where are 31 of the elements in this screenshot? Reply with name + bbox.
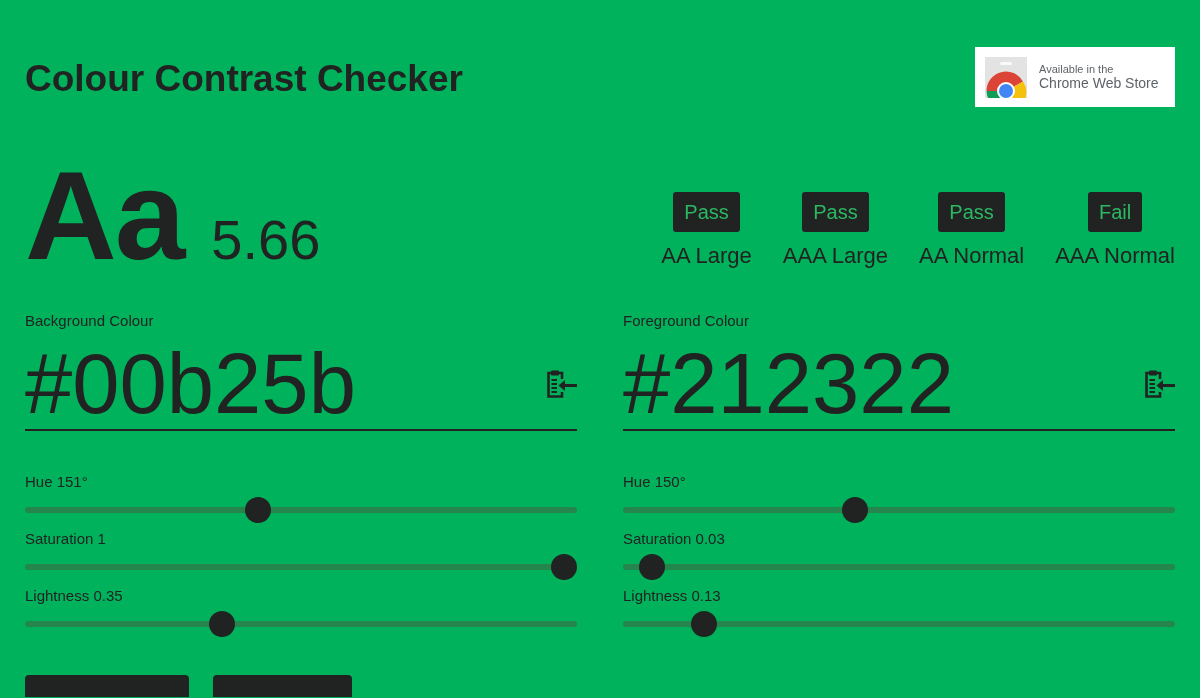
field-label: Foreground Colour (623, 312, 750, 330)
result-label: AA Normal (919, 243, 1025, 269)
contrast-ratio: 5.66 (211, 212, 321, 268)
slider-thumb[interactable] (551, 554, 577, 580)
slider-label: Saturation 1 (25, 530, 107, 548)
slider-thumb[interactable] (245, 497, 272, 523)
result-badge: Pass (802, 192, 869, 232)
result-label: AA Large (661, 243, 752, 269)
app-title: Colour Contrast Checker (25, 57, 463, 101)
result-badge: Fail (1087, 192, 1143, 232)
slider-label: Saturation 0.03 (623, 530, 726, 548)
slider-label: Hue 150° (623, 473, 687, 491)
sample-text: Aa (25, 152, 184, 279)
slider-thumb[interactable] (638, 554, 665, 580)
slider-label: Lightness 0.35 (25, 587, 124, 605)
result-label: AAA Normal (1055, 243, 1175, 269)
slider-thumb[interactable] (842, 497, 869, 523)
shopping-bag-icon (985, 56, 1027, 98)
result-label: AAA Large (782, 243, 888, 269)
web-store-link[interactable]: Available in the Chrome Web Store (975, 47, 1175, 107)
result-badge: Pass (938, 192, 1005, 232)
hex-input-field[interactable]: #00b25b (25, 339, 547, 429)
clipboard-icon[interactable] (547, 370, 577, 398)
slider-label: Hue 151° (25, 473, 89, 491)
result-badge: Pass (673, 192, 740, 232)
hex-input-field[interactable]: #212322 (623, 339, 1145, 429)
slider-thumb[interactable] (209, 611, 236, 637)
slider-thumb[interactable] (691, 611, 718, 637)
field-label: Background Colour (25, 312, 155, 330)
clipboard-icon[interactable] (1145, 370, 1175, 398)
slider-label: Lightness 0.13 (623, 587, 722, 605)
